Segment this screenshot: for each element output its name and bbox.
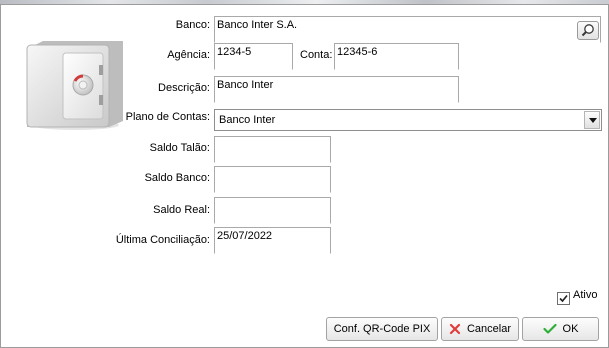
banco-label: Banco:	[175, 19, 210, 31]
ultima-conciliacao-label: Última Conciliação:	[115, 234, 210, 246]
checkmark-icon	[559, 294, 568, 303]
ativo-label: Ativo	[573, 289, 598, 301]
bank-account-dialog: Banco: Banco Inter S.A. Agência: 1234-5 …	[0, 4, 609, 348]
ativo-checkbox[interactable]	[557, 292, 570, 305]
safe-icon	[26, 41, 123, 130]
plano-de-contas-value: Banco Inter	[219, 114, 276, 126]
cancel-label: Cancelar	[466, 323, 512, 335]
conf-qr-code-pix-button[interactable]: Conf. QR-Code PIX	[326, 317, 438, 341]
saldo-talao-label: Saldo Talão:	[149, 142, 210, 154]
plano-de-contas-select[interactable]: Banco Inter	[214, 109, 602, 131]
descricao-label: Descrição:	[158, 82, 210, 94]
ok-label: OK	[562, 323, 579, 335]
saldo-real-field[interactable]	[214, 197, 331, 224]
search-icon	[581, 24, 594, 37]
saldo-banco-field[interactable]	[214, 166, 331, 193]
chevron-down-icon[interactable]	[584, 111, 600, 129]
saldo-real-label: Saldo Real:	[153, 204, 210, 216]
x-icon	[449, 323, 461, 335]
agencia-label: Agência:	[167, 49, 210, 61]
saldo-banco-label: Saldo Banco:	[144, 172, 210, 184]
conta-field[interactable]: 12345-6	[334, 43, 459, 70]
search-bank-button[interactable]	[577, 21, 599, 40]
conf-qr-code-pix-label: Conf. QR-Code PIX	[333, 323, 431, 335]
conta-label: Conta:	[300, 49, 333, 61]
cancel-button[interactable]: Cancelar	[441, 317, 519, 341]
saldo-talao-field[interactable]	[214, 136, 331, 163]
descricao-field[interactable]: Banco Inter	[214, 76, 459, 103]
ultima-conciliacao-field[interactable]: 25/07/2022	[214, 227, 331, 254]
agencia-field[interactable]: 1234-5	[214, 43, 293, 70]
plano-de-contas-label: Plano de Contas:	[125, 111, 210, 123]
banco-field[interactable]: Banco Inter S.A.	[214, 16, 601, 43]
ok-button[interactable]: OK	[522, 317, 599, 341]
check-icon	[542, 323, 557, 334]
